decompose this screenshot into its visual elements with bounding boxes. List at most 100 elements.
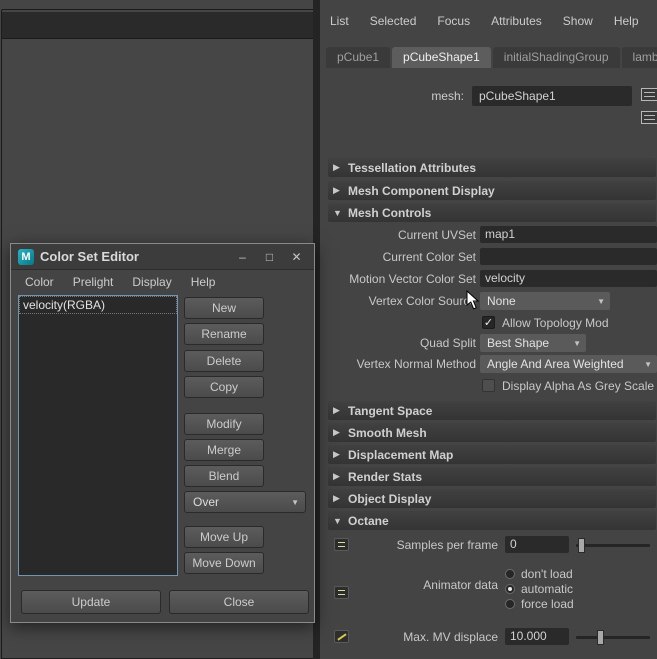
max-mv-displace-field[interactable]: 10.000 (505, 628, 569, 645)
slider-handle[interactable] (596, 630, 604, 645)
blend-mode-dropdown[interactable]: Over ▼ (184, 491, 306, 513)
animator-dont-load-label: don't load (521, 566, 573, 581)
samples-per-frame-slider[interactable] (576, 538, 650, 553)
window-titlebar[interactable]: M Color Set Editor – □ ✕ (11, 244, 314, 270)
menu-color[interactable]: Color (25, 275, 54, 289)
dialog-menubar: Color Prelight Display Help (11, 271, 314, 293)
section-object-display[interactable]: ▶ Object Display (328, 489, 656, 508)
animator-data-label: Animator data (423, 578, 498, 592)
display-alpha-row: Display Alpha As Grey Scale (320, 377, 657, 395)
color-set-editor-window: M Color Set Editor – □ ✕ Color Prelight … (10, 243, 315, 623)
display-alpha-label: Display Alpha As Grey Scale (502, 379, 655, 393)
section-displacement-map[interactable]: ▶ Displacement Map (328, 445, 656, 464)
chevron-down-icon: ▼ (291, 497, 299, 507)
tab-pcube1[interactable]: pCube1 (326, 47, 391, 68)
animator-dont-load-radio[interactable] (505, 568, 515, 579)
attribute-editor-tabs: pCube1 pCubeShape1 initialShadingGroup l… (326, 46, 657, 68)
section-octane[interactable]: ▼ Octane (328, 511, 656, 530)
section-smooth-mesh[interactable]: ▶ Smooth Mesh (328, 423, 656, 442)
section-render-stats[interactable]: ▶ Render Stats (328, 467, 656, 486)
collapsed-arrow-icon: ▶ (333, 405, 340, 415)
samples-per-frame-field[interactable]: 0 (505, 536, 569, 553)
attribute-editor-side-icons (641, 88, 657, 134)
menu-display[interactable]: Display (132, 275, 171, 289)
quad-split-row: Quad Split Best Shape ▼ (320, 334, 657, 352)
tab-pcubeshape1[interactable]: pCubeShape1 (392, 47, 491, 68)
menu-show[interactable]: Show (563, 14, 593, 28)
quad-split-dropdown[interactable]: Best Shape ▼ (480, 334, 586, 352)
new-button[interactable]: New (184, 297, 264, 319)
animator-automatic-label: automatic (521, 581, 574, 596)
menu-attributes[interactable]: Attributes (491, 14, 542, 28)
modify-button[interactable]: Modify (184, 413, 264, 435)
menu-list[interactable]: List (330, 14, 349, 28)
maya-app-icon: M (18, 248, 34, 265)
max-mv-displace-row: Max. MV displace 10.000 (320, 628, 657, 648)
maximize-icon[interactable]: □ (259, 250, 280, 264)
move-down-button[interactable]: Move Down (184, 552, 264, 574)
display-alpha-checkbox[interactable] (482, 379, 495, 392)
blend-button[interactable]: Blend (184, 465, 264, 487)
menu-prelight[interactable]: Prelight (73, 275, 114, 289)
current-uvset-label: Current UVSet (397, 228, 476, 242)
rename-button[interactable]: Rename (184, 323, 264, 345)
slider-handle[interactable] (578, 538, 585, 553)
maya-workspace: List Selected Focus Attributes Show Help… (0, 0, 657, 659)
vertex-color-source-label: Vertex Color Source (368, 294, 476, 308)
menu-selected[interactable]: Selected (370, 14, 417, 28)
section-label: Mesh Component Display (348, 183, 495, 198)
color-set-list[interactable]: velocity(RGBA) (18, 295, 178, 576)
move-up-button[interactable]: Move Up (184, 526, 264, 548)
collapsed-arrow-icon: ▶ (333, 162, 340, 172)
max-mv-displace-slider[interactable] (576, 630, 650, 645)
animator-force-load-label: force load (521, 596, 574, 611)
section-mesh-controls[interactable]: ▼ Mesh Controls (328, 203, 656, 222)
vertex-normal-method-dropdown[interactable]: Angle And Area Weighted ▼ (480, 355, 657, 373)
mesh-label: mesh: (431, 89, 464, 103)
show-input-connections-icon[interactable] (641, 88, 657, 101)
update-button[interactable]: Update (21, 590, 161, 614)
max-mv-displace-label: Max. MV displace (403, 630, 498, 644)
section-tessellation-attributes[interactable]: ▶ Tessellation Attributes (328, 158, 656, 177)
dropdown-value: Over (193, 495, 220, 509)
menu-focus[interactable]: Focus (437, 14, 470, 28)
animator-force-load-radio[interactable] (505, 598, 515, 609)
list-item[interactable]: velocity(RGBA) (19, 296, 177, 314)
mesh-name-field[interactable]: pCubeShape1 (472, 86, 632, 106)
animator-data-row: Animator data don't load automatic force… (320, 566, 657, 614)
quad-split-label: Quad Split (419, 336, 476, 350)
merge-button[interactable]: Merge (184, 439, 264, 461)
attribute-editor: List Selected Focus Attributes Show Help… (320, 0, 657, 659)
close-button[interactable]: Close (169, 590, 309, 614)
vertex-color-source-row: Vertex Color Source None ▼ (320, 292, 657, 310)
motion-vector-color-set-field[interactable]: velocity (480, 270, 657, 287)
window-title: Color Set Editor (40, 249, 139, 264)
current-uvset-row: Current UVSet map1 (320, 226, 657, 244)
section-tangent-space[interactable]: ▶ Tangent Space (328, 401, 656, 420)
close-icon[interactable]: ✕ (286, 250, 307, 264)
delete-button[interactable]: Delete (184, 350, 264, 372)
motion-vector-color-set-label: Motion Vector Color Set (349, 272, 476, 286)
animator-automatic-radio[interactable] (505, 583, 515, 594)
allow-topology-mod-checkbox[interactable]: ✓ (482, 316, 495, 329)
expanded-arrow-icon: ▼ (333, 515, 342, 526)
vertex-color-source-dropdown[interactable]: None ▼ (480, 292, 610, 310)
current-uvset-field[interactable]: map1 (480, 226, 657, 243)
collapsed-arrow-icon: ▶ (333, 449, 340, 459)
minimize-icon[interactable]: – (232, 250, 253, 264)
mesh-name-row: mesh: pCubeShape1 (320, 86, 657, 106)
dropdown-value: None (487, 294, 516, 308)
copy-button[interactable]: Copy (184, 376, 264, 398)
current-color-set-field[interactable] (480, 248, 657, 265)
samples-per-frame-row: Samples per frame 0 (320, 536, 657, 556)
allow-topology-mod-row: ✓ Allow Topology Mod (320, 314, 657, 332)
tab-initialshadinggroup[interactable]: initialShadingGroup (492, 47, 620, 68)
menu-help[interactable]: Help (614, 14, 639, 28)
section-mesh-component-display[interactable]: ▶ Mesh Component Display (328, 181, 656, 200)
tab-lambert[interactable]: lambe (621, 47, 657, 68)
section-label: Smooth Mesh (348, 425, 427, 440)
show-output-connections-icon[interactable] (641, 111, 657, 124)
menu-help[interactable]: Help (191, 275, 216, 289)
viewport-panel-header (2, 12, 313, 39)
vertex-normal-method-label: Vertex Normal Method (356, 357, 476, 371)
